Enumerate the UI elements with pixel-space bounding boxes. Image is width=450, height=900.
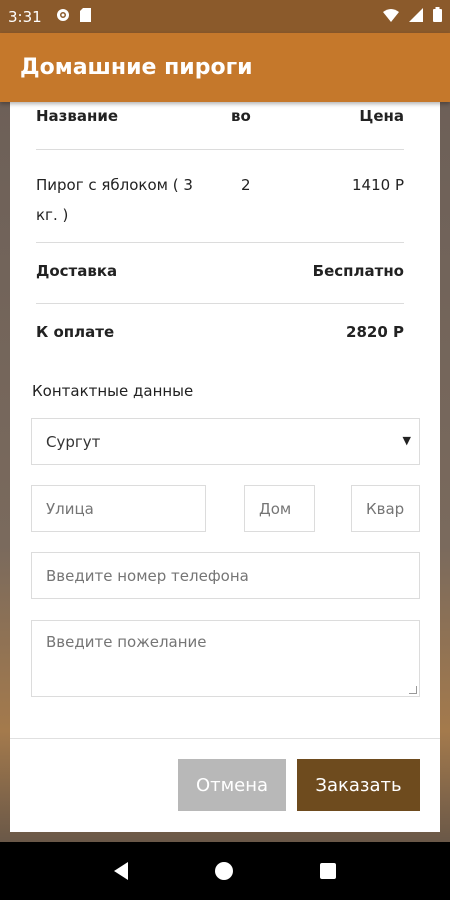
home-icon[interactable] bbox=[214, 862, 233, 880]
wifi-icon bbox=[383, 8, 399, 26]
total-row: К оплате 2820 Р bbox=[36, 304, 404, 365]
status-bar: 3:31 bbox=[0, 0, 450, 33]
city-select[interactable]: Сургут ▼ bbox=[31, 418, 420, 465]
wish-placeholder: Введите пожелание bbox=[46, 633, 207, 651]
back-icon[interactable] bbox=[113, 862, 128, 880]
status-time: 3:31 bbox=[8, 7, 42, 26]
contact-label: Контактные данные bbox=[32, 382, 194, 400]
total-value: 2820 Р bbox=[346, 323, 404, 341]
total-label: К оплате bbox=[36, 323, 115, 341]
item-qty: 2 bbox=[241, 176, 251, 194]
phone-placeholder: Введите номер телефона bbox=[46, 566, 249, 585]
street-placeholder: Улица bbox=[46, 499, 94, 518]
sd-card-icon bbox=[79, 7, 91, 26]
house-input[interactable]: Дом bbox=[244, 485, 315, 532]
street-input[interactable]: Улица bbox=[31, 485, 206, 532]
order-button[interactable]: Заказать bbox=[297, 759, 420, 811]
wish-textarea[interactable]: Введите пожелание bbox=[31, 620, 420, 697]
header-price: Цена bbox=[359, 107, 404, 125]
navigation-bar bbox=[0, 842, 450, 900]
table-row: Пирог с яблоком ( 3 кг. ) 2 1410 Р bbox=[36, 150, 404, 243]
recent-apps-icon[interactable] bbox=[320, 863, 337, 879]
header-qty: во bbox=[231, 107, 251, 125]
delivery-value: Бесплатно bbox=[312, 262, 404, 280]
resize-grip-icon[interactable] bbox=[409, 686, 417, 694]
dropdown-arrow-icon: ▼ bbox=[402, 434, 411, 447]
apartment-input[interactable]: Квар bbox=[351, 485, 420, 532]
delivery-row: Доставка Бесплатно bbox=[36, 243, 404, 304]
app-bar: Домашние пироги bbox=[0, 33, 450, 102]
signal-icon bbox=[409, 7, 423, 26]
dialog-divider bbox=[10, 738, 440, 739]
table-header: Название во Цена bbox=[36, 102, 404, 150]
order-table: Название во Цена Пирог с яблоком ( 3 кг.… bbox=[36, 102, 404, 365]
delivery-label: Доставка bbox=[36, 262, 118, 280]
header-name: Название bbox=[36, 107, 119, 125]
cancel-button[interactable]: Отмена bbox=[178, 759, 286, 811]
app-title: Домашние пироги bbox=[20, 55, 253, 80]
phone-input[interactable]: Введите номер телефона bbox=[31, 552, 420, 599]
apartment-placeholder: Квар bbox=[366, 499, 405, 518]
item-price: 1410 Р bbox=[352, 176, 404, 194]
item-name: Пирог с яблоком ( 3 кг. ) bbox=[36, 176, 193, 224]
gear-icon bbox=[56, 8, 70, 26]
battery-icon bbox=[433, 7, 442, 26]
city-value: Сургут bbox=[46, 432, 101, 451]
house-placeholder: Дом bbox=[259, 499, 292, 518]
